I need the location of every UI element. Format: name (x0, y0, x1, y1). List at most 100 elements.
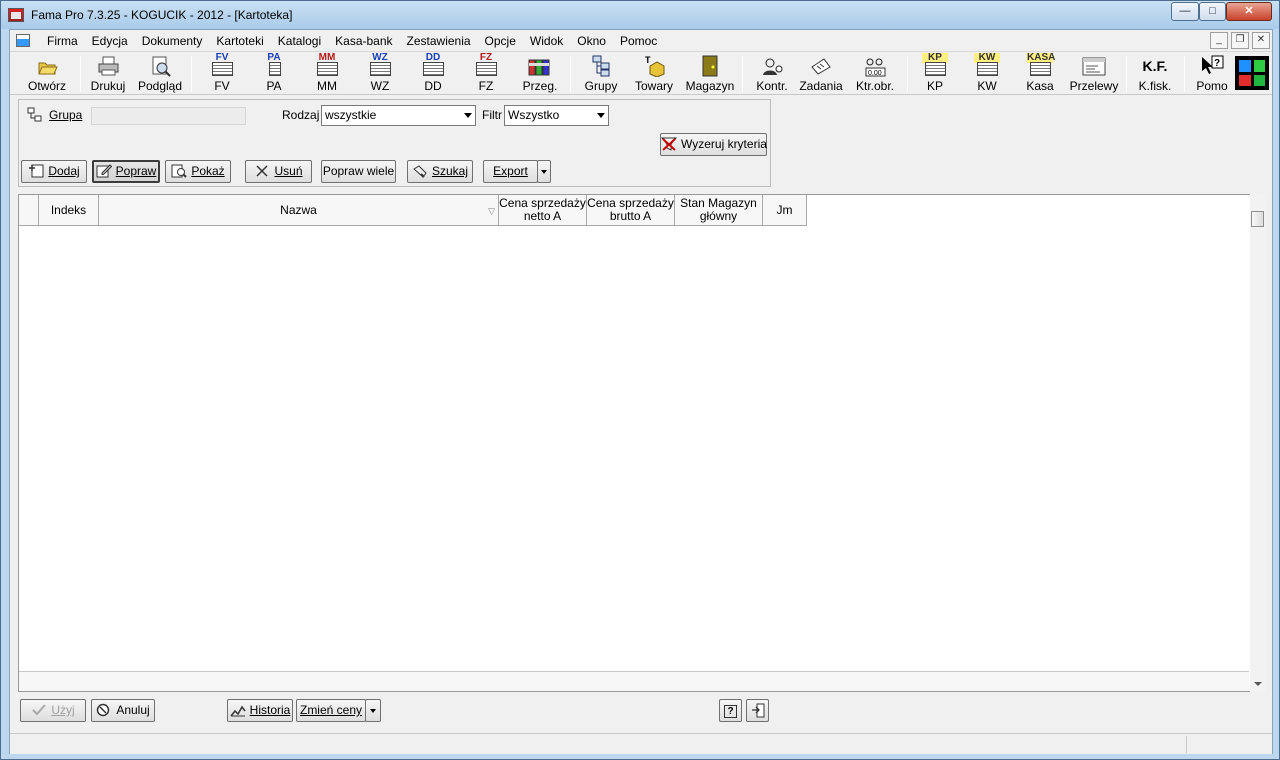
usun-button[interactable]: Usuń (245, 160, 312, 183)
column-header-nazwa[interactable]: Nazwa ▽ (99, 195, 499, 226)
close-button[interactable]: ✕ (1226, 2, 1272, 21)
zmien-ceny-dropdown-button[interactable] (365, 699, 381, 722)
toolbar-magazyn-button[interactable]: Magazyn (682, 53, 738, 95)
palette-swatch-blue (1239, 60, 1251, 72)
palette-swatch-red (1239, 74, 1251, 86)
scrollbar-thumb[interactable] (1251, 211, 1264, 227)
toolbar-pa-button[interactable]: PA PA (252, 53, 296, 95)
toolbar-fv-button[interactable]: FV FV (200, 53, 244, 95)
wyzeruj-kryteria-button[interactable]: Wyzeruj kryteria (660, 133, 767, 156)
toolbar-kontr-label: Kontr. (756, 79, 788, 93)
grupa-field[interactable] (91, 107, 246, 125)
toolbar-mm-button[interactable]: MM MM (305, 53, 349, 95)
toolbar-podglad-button[interactable]: Podgląd (134, 53, 186, 95)
toolbar-pa-label: PA (266, 79, 282, 93)
wyzeruj-kryteria-label: Wyzeruj kryteria (681, 137, 767, 151)
maximize-button[interactable]: □ (1199, 2, 1226, 21)
menu-kasa-bank[interactable]: Kasa-bank (328, 34, 399, 49)
toolbar-wz-button[interactable]: WZ WZ (358, 53, 402, 95)
help-button[interactable]: ? (719, 699, 742, 722)
filtr-select[interactable]: Wszystko (504, 105, 609, 126)
historia-button[interactable]: Historia (227, 699, 293, 722)
app-icon (8, 8, 24, 22)
zmien-ceny-button[interactable]: Zmień ceny (296, 699, 366, 722)
menu-katalogi[interactable]: Katalogi (271, 34, 328, 49)
palette-swatch-green2 (1253, 74, 1265, 86)
sort-indicator-icon: ▽ (488, 206, 495, 216)
toolbar-magazyn-label: Magazyn (685, 79, 735, 93)
toolbar-separator (1184, 56, 1185, 92)
menu-edycja[interactable]: Edycja (85, 34, 135, 49)
popraw-wiele-button[interactable]: Popraw wiele (321, 160, 396, 183)
scroll-down-arrow-icon[interactable] (1254, 682, 1262, 686)
toolbar-ktrobr-button[interactable]: 0.00 Ktr.obr. (850, 53, 900, 95)
toolbar-przeg-button[interactable]: Przeg. (516, 53, 564, 95)
uzyj-button[interactable]: Użyj (20, 699, 86, 722)
items-table[interactable]: Indeks Nazwa ▽ Cena sprzedaży netto A Ce… (18, 194, 1265, 692)
toolbar-pomoc-button[interactable]: ? Pomo (1190, 53, 1234, 95)
chevron-down-icon (370, 709, 376, 713)
vertical-scrollbar[interactable] (1250, 194, 1266, 692)
cash-receipt-kp-icon: KP (922, 53, 948, 77)
toolbar-zadania-button[interactable]: Zadania (796, 53, 846, 95)
toolbar-grupy-button[interactable]: Grupy (578, 53, 624, 95)
szukaj-button[interactable]: Szukaj (407, 160, 473, 183)
toolbar-towary-button[interactable]: T Towary (630, 53, 678, 95)
menu-pomoc[interactable]: Pomoc (613, 34, 664, 49)
menu-dokumenty[interactable]: Dokumenty (135, 34, 210, 49)
toolbar-kasa-button[interactable]: KASA Kasa (1017, 53, 1063, 95)
toolbar-separator (742, 56, 743, 92)
anuluj-button[interactable]: Anuluj (91, 699, 155, 722)
column-header-cena-netto[interactable]: Cena sprzedaży netto A (499, 195, 587, 226)
toolbar-otworz-button[interactable]: Otwórz (18, 53, 76, 95)
minimize-button[interactable]: — (1171, 2, 1199, 21)
toolbar-przelewy-button[interactable]: Przelewy (1068, 53, 1120, 95)
mdi-restore-button[interactable]: ❐ (1231, 32, 1249, 49)
horizontal-scrollbar[interactable] (19, 671, 1249, 691)
column-header-cena-brutto[interactable]: Cena sprzedaży brutto A (587, 195, 675, 226)
title-bar: Fama Pro 7.3.25 - KOGUCIK - 2012 - [Kart… (1, 1, 1279, 29)
mdi-close-button[interactable]: ✕ (1252, 32, 1270, 49)
column-header-selector[interactable] (19, 195, 39, 226)
exit-button[interactable] (746, 699, 769, 722)
toolbar-fz-button[interactable]: FZ FZ (464, 53, 508, 95)
chevron-down-icon (464, 113, 472, 118)
export-dropdown-button[interactable] (537, 160, 551, 183)
toolbar-kontr-button[interactable]: Kontr. (748, 53, 796, 95)
toolbar-drukuj-button[interactable]: Drukuj (86, 53, 130, 95)
export-button[interactable]: Export (483, 160, 538, 183)
toolbar-przeg-label: Przeg. (522, 79, 558, 93)
toolbar-wz-label: WZ (370, 79, 390, 93)
color-palette-button[interactable] (1235, 56, 1269, 90)
menu-zestawienia[interactable]: Zestawienia (400, 34, 478, 49)
toolbar-kw-button[interactable]: KW KW (965, 53, 1009, 95)
toolbar-dd-button[interactable]: DD DD (411, 53, 455, 95)
column-header-indeks[interactable]: Indeks (39, 195, 99, 226)
menu-kartoteki[interactable]: Kartoteki (209, 34, 270, 49)
menu-opcje[interactable]: Opcje (478, 34, 523, 49)
toolbar-kp-button[interactable]: KP KP (913, 53, 957, 95)
issue-wz-icon: WZ (367, 53, 393, 77)
popraw-label: Popraw (115, 164, 157, 178)
cash-register-icon: KASA (1027, 53, 1055, 77)
table-header: Indeks Nazwa ▽ Cena sprzedaży netto A Ce… (19, 195, 807, 226)
menu-items: Firma Edycja Dokumenty Kartoteki Katalog… (40, 34, 664, 49)
group-tree-icon (27, 107, 43, 122)
pokaz-button[interactable]: Pokaż (165, 160, 231, 183)
toolbar-kfisk-button[interactable]: K.F. K.fisk. (1132, 53, 1178, 95)
menu-widok[interactable]: Widok (523, 34, 570, 49)
menu-firma[interactable]: Firma (40, 34, 85, 49)
mdi-minimize-button[interactable]: _ (1210, 32, 1228, 49)
menu-okno[interactable]: Okno (570, 34, 613, 49)
column-header-stan-magazyn[interactable]: Stan Magazyn główny (675, 195, 763, 226)
popraw-button[interactable]: Popraw (92, 160, 160, 183)
rodzaj-select[interactable]: wszystkie (321, 105, 476, 126)
tasks-note-icon (808, 55, 834, 77)
mdi-system-icon[interactable] (16, 34, 30, 47)
column-header-jm[interactable]: Jm (763, 195, 807, 226)
toolbar-separator (570, 56, 571, 92)
export-label: Export (493, 164, 528, 178)
dodaj-button[interactable]: Dodaj (21, 160, 87, 183)
print-preview-icon (147, 55, 173, 77)
rodzaj-value: wszystkie (325, 108, 377, 122)
